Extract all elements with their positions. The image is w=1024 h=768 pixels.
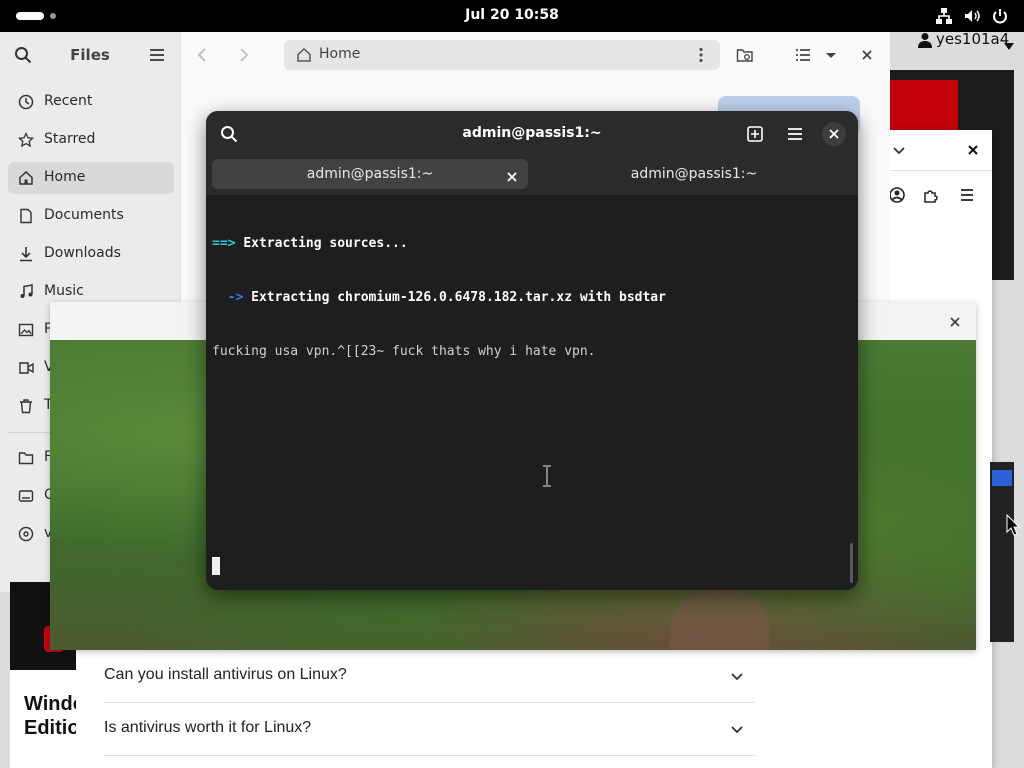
top-bar: Jul 20 10:58 [0,0,1024,32]
forward-icon[interactable] [234,46,252,64]
close-icon[interactable] [858,46,876,64]
terminal-tab-1[interactable]: admin@passis1:~ [212,159,528,189]
clock[interactable]: Jul 20 10:58 [0,7,1024,23]
chevron-down-icon[interactable] [892,143,906,157]
tab-label: admin@passis1:~ [306,166,434,182]
menu-icon[interactable] [958,186,976,204]
scrollbar[interactable] [850,543,853,583]
clock-icon [18,94,34,110]
photo-detail [670,590,770,650]
faq-item[interactable]: Is antivirus worth it for Linux? [104,703,756,756]
web-page: Can you install antivirus on Linux? Is a… [76,650,990,768]
files-title: Files [70,46,110,64]
chevron-down-icon[interactable] [730,721,744,735]
background-thumbnail [990,462,1014,642]
network-icon[interactable] [934,6,954,26]
terminal-tab-2[interactable]: admin@passis1:~ [536,159,852,189]
faq-question: Is antivirus worth it for Linux? [104,719,312,736]
drive-icon [18,488,34,504]
close-icon[interactable] [948,314,962,328]
terminal-header: admin@passis1:~ [206,111,858,157]
text-cursor [212,557,220,575]
extensions-icon[interactable] [922,186,940,204]
terminal-line: ==> Extracting sources... [212,236,408,251]
sidebar-item-downloads[interactable]: Downloads [8,238,174,270]
hamburger-menu-icon[interactable] [148,47,166,63]
download-icon [18,246,34,262]
background-image [890,80,958,132]
account-icon[interactable] [888,186,906,204]
caret-down-icon [1004,36,1014,50]
sidebar-item-recent[interactable]: Recent [8,86,174,118]
search-folder-icon[interactable] [736,46,754,64]
trash-icon [18,398,34,414]
files-header: Home [180,32,890,78]
mouse-pointer-icon [1006,513,1021,536]
sidebar-item-label: Starred [44,131,96,147]
close-button[interactable] [822,122,846,146]
sidebar-item-label: Documents [44,207,124,223]
search-icon[interactable] [14,46,32,64]
videos-icon [18,360,34,376]
sidebar-item-label: Recent [44,93,93,109]
back-icon[interactable] [194,46,212,64]
search-icon[interactable] [220,125,238,143]
sidebar-item-home[interactable]: Home [8,162,174,194]
activities-button[interactable] [16,12,44,20]
terminal-tab-bar: admin@passis1:~ admin@passis1:~ [206,157,858,195]
terminal-line: fucking usa vpn.^[[23~ fuck thats why i … [212,344,596,359]
sidebar-item-documents[interactable]: Documents [8,200,174,232]
home-icon [18,170,34,186]
more-options-icon[interactable] [698,47,704,63]
workspace-indicator[interactable] [50,13,56,19]
disc-icon [18,526,34,542]
close-icon[interactable] [966,143,980,157]
ibeam-cursor-icon [542,465,552,487]
list-view-icon[interactable] [794,46,812,64]
music-icon [18,284,34,300]
sidebar-item-label: Music [44,283,84,299]
terminal-line: -> Extracting chromium-126.0.6478.182.ta… [212,290,666,305]
close-icon[interactable] [506,168,518,182]
terminal-output[interactable]: ==> Extracting sources... -> Extracting … [212,199,842,579]
new-tab-icon[interactable] [746,125,764,143]
close-icon [829,129,839,139]
chevron-down-icon[interactable] [730,668,744,682]
pictures-icon [18,322,34,338]
volume-icon[interactable] [962,6,982,26]
tab-label: admin@passis1:~ [630,166,758,182]
document-icon [18,208,34,224]
star-icon [18,132,34,148]
faq-item[interactable]: Can you install antivirus on Linux? [104,650,756,703]
sidebar-item-label: Home [44,169,86,185]
power-icon[interactable] [990,6,1010,26]
sidebar-item-label: Downloads [44,245,121,261]
user-name: yes101a4 [936,30,1010,48]
faq-question: Can you install antivirus on Linux? [104,666,347,683]
terminal-window[interactable]: admin@passis1:~ admin@passis1:~ admin@pa… [206,111,858,590]
folder-icon [18,450,34,466]
background-thumbnail-bar [992,470,1012,486]
user-icon [918,32,932,48]
sidebar-item-starred[interactable]: Starred [8,124,174,156]
path-label: Home [319,46,361,62]
home-icon [296,47,312,63]
view-options-dropdown-icon[interactable] [822,46,840,64]
hamburger-menu-icon[interactable] [786,126,804,142]
path-bar[interactable]: Home [284,40,720,70]
